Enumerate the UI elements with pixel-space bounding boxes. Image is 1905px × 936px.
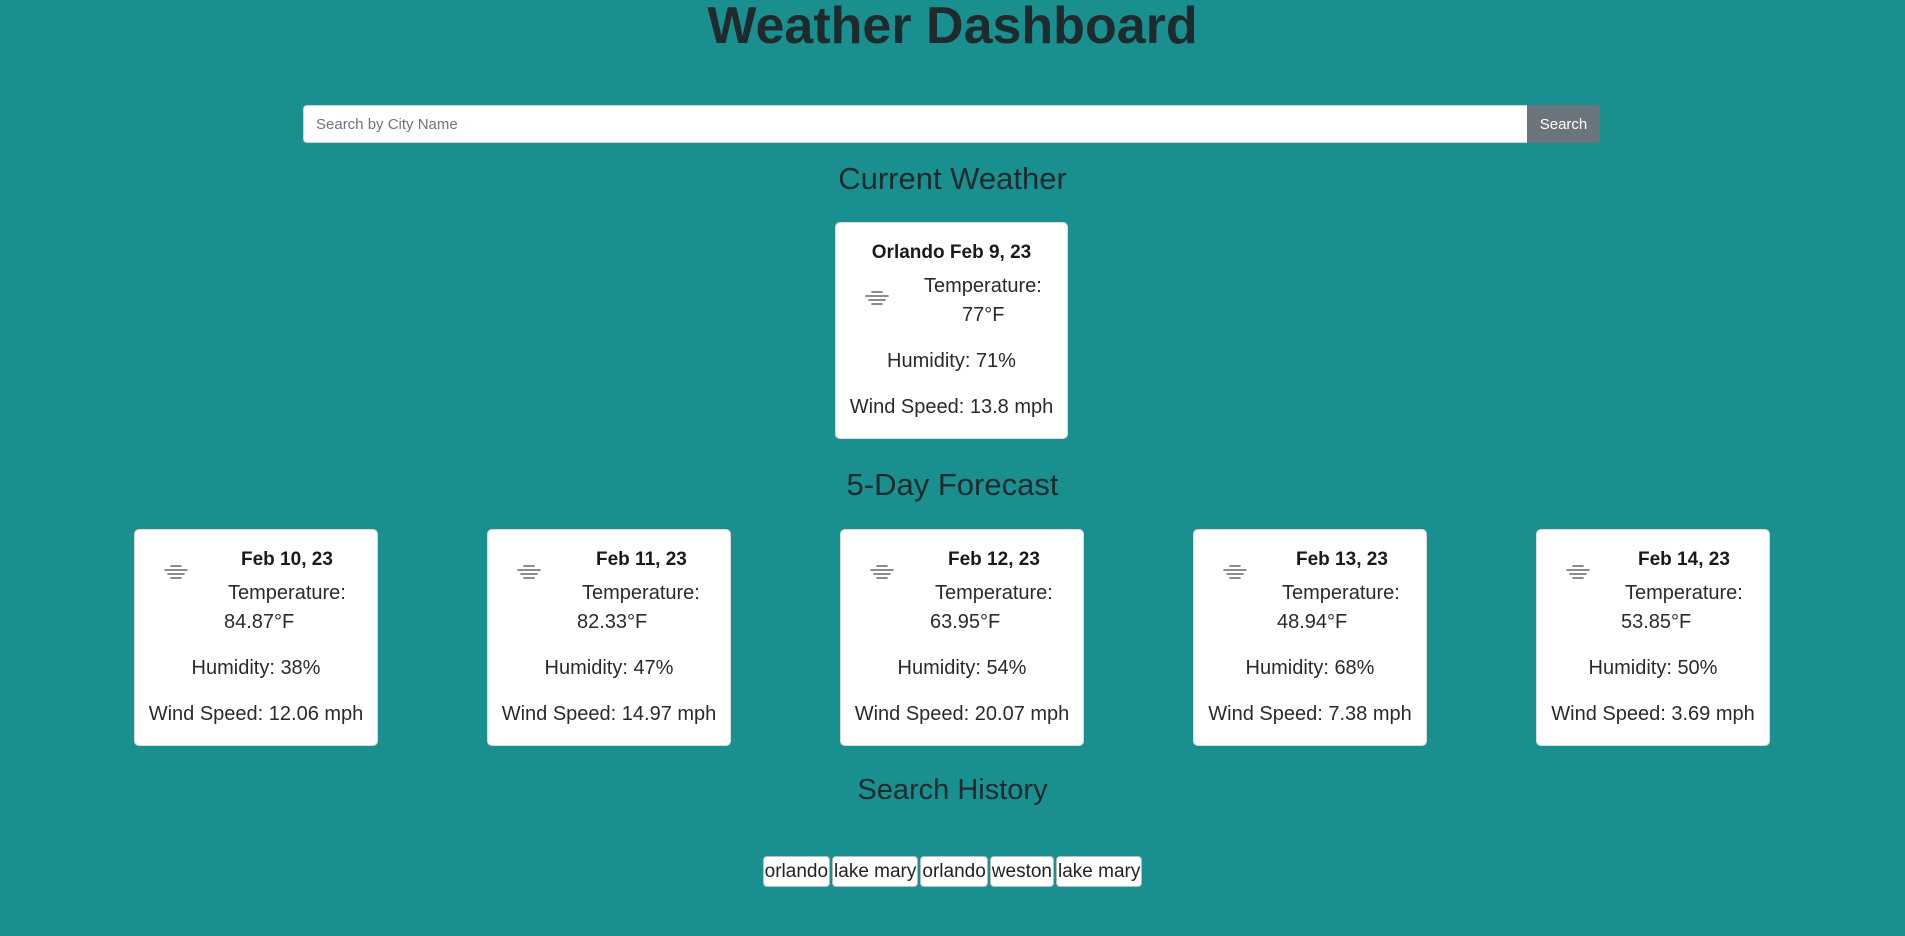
forecast-wind: Wind Speed: 20.07 mph <box>854 703 1070 725</box>
forecast-temp-label: Temperature: <box>228 582 346 604</box>
mist-icon <box>164 565 188 579</box>
current-weather-card: Orlando Feb 9, 23 Temperature: 77°F Humi… <box>835 222 1068 439</box>
search-history-heading: Search History <box>857 774 1048 806</box>
forecast-card: Feb 12, 23 Temperature: 63.95°F Humidity… <box>840 529 1084 746</box>
search-history-list: orlando lake mary orlando weston lake ma… <box>0 856 1905 887</box>
forecast-date: Feb 11, 23 <box>596 549 687 570</box>
forecast-humidity: Humidity: 68% <box>1245 657 1375 679</box>
search-input[interactable] <box>303 105 1527 143</box>
forecast-date: Feb 12, 23 <box>948 549 1040 570</box>
forecast-temp-label: Temperature: <box>1625 582 1743 604</box>
mist-icon <box>1566 565 1590 579</box>
current-weather-heading: Current Weather <box>838 161 1067 196</box>
forecast-temp-value: 53.85°F <box>1621 611 1692 633</box>
forecast-humidity: Humidity: 47% <box>544 657 674 679</box>
forecast-humidity: Humidity: 50% <box>1588 657 1718 679</box>
forecast-humidity: Humidity: 54% <box>897 657 1027 679</box>
current-temp-value: 77°F <box>962 304 1005 326</box>
forecast-card: Feb 10, 23 Temperature: 84.87°F Humidity… <box>134 529 378 746</box>
forecast-wind: Wind Speed: 12.06 mph <box>148 703 364 725</box>
current-wind: Wind Speed: 13.8 mph <box>849 396 1054 418</box>
history-item-button[interactable]: orlando <box>762 856 831 887</box>
forecast-wind: Wind Speed: 3.69 mph <box>1551 703 1755 725</box>
search-button[interactable]: Search <box>1527 105 1600 143</box>
history-item-button[interactable]: orlando <box>920 856 988 887</box>
page-title: Weather Dashboard <box>707 0 1198 55</box>
forecast-temp-label: Temperature: <box>582 582 700 604</box>
current-humidity: Humidity: 71% <box>887 350 1016 372</box>
forecast-card: Feb 14, 23 Temperature: 53.85°F Humidity… <box>1536 529 1770 746</box>
forecast-temp-label: Temperature: <box>1282 582 1400 604</box>
forecast-temp-value: 48.94°F <box>1277 611 1348 633</box>
mist-icon <box>865 291 889 305</box>
forecast-card: Feb 11, 23 Temperature: 82.33°F Humidity… <box>487 529 731 746</box>
search-bar: Search <box>303 105 1600 143</box>
forecast-date: Feb 13, 23 <box>1296 549 1388 570</box>
history-item-button[interactable]: lake mary <box>1055 856 1143 887</box>
mist-icon <box>870 565 894 579</box>
mist-icon <box>1223 565 1247 579</box>
history-item-button[interactable]: weston <box>989 856 1054 887</box>
forecast-card: Feb 13, 23 Temperature: 48.94°F Humidity… <box>1193 529 1427 746</box>
forecast-temp-label: Temperature: <box>935 582 1053 604</box>
current-temp-label: Temperature: <box>924 275 1042 297</box>
forecast-humidity: Humidity: 38% <box>191 657 321 679</box>
forecast-wind: Wind Speed: 7.38 mph <box>1208 703 1412 725</box>
forecast-temp-value: 84.87°F <box>224 611 295 633</box>
forecast-date: Feb 14, 23 <box>1638 549 1730 570</box>
forecast-wind: Wind Speed: 14.97 mph <box>501 703 717 725</box>
history-item-button[interactable]: lake mary <box>832 856 919 887</box>
forecast-date: Feb 10, 23 <box>241 549 333 570</box>
forecast-temp-value: 63.95°F <box>930 611 1001 633</box>
current-city-date: Orlando Feb 9, 23 <box>871 242 1032 263</box>
mist-icon <box>517 565 541 579</box>
forecast-temp-value: 82.33°F <box>577 611 648 633</box>
forecast-heading: 5-Day Forecast <box>846 467 1059 502</box>
